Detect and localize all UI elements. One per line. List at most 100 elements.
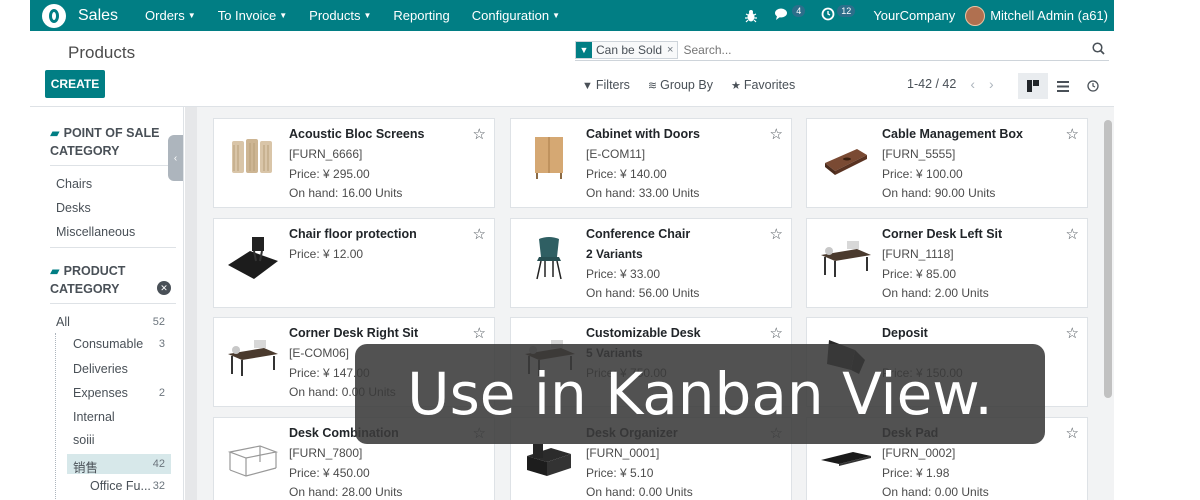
create-button[interactable]: CREATE (45, 70, 105, 98)
product-card[interactable]: Cable Management Box [FURN_5555] Price: ¥ … (806, 118, 1088, 208)
favorite-star-icon[interactable]: ☆ (1066, 324, 1079, 342)
product-name: Deposit (882, 326, 928, 340)
product-info-line: Price: ¥ 100.00 (882, 167, 963, 181)
messages-badge: 4 (792, 4, 806, 17)
favorite-star-icon[interactable]: ☆ (770, 125, 783, 143)
kanban-view-button[interactable] (1018, 73, 1048, 99)
product-name: Customizable Desk (586, 326, 701, 340)
collapse-panel-button[interactable]: ‹ (168, 135, 183, 181)
menu-reporting[interactable]: Reporting (382, 8, 460, 23)
product-image (222, 326, 282, 386)
filter-icon: ▼ (576, 41, 592, 58)
search-panel: ▰ POINT OF SALE CATEGORY Chairs Desks Misc… (30, 107, 184, 500)
category-internal[interactable]: Internal (73, 410, 115, 424)
category-all[interactable]: All (56, 315, 70, 329)
filters-button[interactable]: ▼ Filters (582, 78, 630, 92)
favorite-star-icon[interactable]: ☆ (1066, 424, 1079, 442)
favorite-star-icon[interactable]: ☆ (770, 225, 783, 243)
pager-next-icon[interactable]: › (989, 76, 994, 92)
favorite-star-icon[interactable]: ☆ (473, 324, 486, 342)
product-card[interactable]: Acoustic Bloc Screens [FURN_6666] Price: ¥… (213, 118, 495, 208)
product-card[interactable]: Corner Desk Left Sit [FURN_1118] Price: ¥ … (806, 218, 1088, 308)
product-info-line: On hand: 28.00 Units (289, 485, 403, 499)
clear-filter-icon[interactable]: ✕ (157, 281, 171, 295)
product-name: Acoustic Bloc Screens (289, 127, 425, 141)
chevron-left-icon: ‹ (173, 152, 178, 164)
product-name: Corner Desk Left Sit (882, 227, 1003, 241)
activities-button[interactable]: 12 (813, 4, 863, 24)
odoo-logo-icon[interactable] (42, 3, 66, 28)
pos-category-desks[interactable]: Desks (56, 201, 91, 215)
category-expenses[interactable]: Expenses (73, 386, 128, 400)
favorite-star-icon[interactable]: ☆ (1066, 125, 1079, 143)
category-sales[interactable]: 销售 (73, 457, 98, 476)
group-by-button[interactable]: ≋ Group By (648, 78, 713, 92)
product-card[interactable]: Cabinet with Doors [E-COM11] Price: ¥ 140.… (510, 118, 792, 208)
activity-clock-icon (1087, 80, 1099, 92)
favorite-star-icon[interactable]: ☆ (770, 324, 783, 342)
product-info-line: [FURN_5555] (882, 147, 956, 161)
product-image (222, 426, 282, 486)
tree-line (55, 333, 56, 500)
divider (50, 303, 176, 304)
product-image (222, 227, 282, 287)
product-name: Corner Desk Right Sit (289, 326, 419, 340)
product-info-line: On hand: 0.00 Units (882, 485, 989, 499)
divider (50, 247, 176, 248)
product-info-line: 2 Variants (586, 247, 643, 261)
product-info-line: On hand: 0.00 Units (586, 485, 693, 499)
folder-icon: ▰ (50, 126, 60, 140)
menu-products[interactable]: Products ▼ (298, 8, 382, 23)
favorite-star-icon[interactable]: ☆ (473, 225, 486, 243)
product-info-line: Price: ¥ 5.10 (586, 466, 654, 480)
product-card[interactable]: Conference Chair 2 Variants Price: ¥ 33.00… (510, 218, 792, 308)
category-soiii[interactable]: soiii (73, 433, 95, 447)
app-name[interactable]: Sales (78, 7, 118, 25)
folder-icon: ▰ (50, 264, 60, 278)
list-view-button[interactable] (1048, 73, 1078, 99)
bug-icon[interactable] (736, 9, 766, 23)
clock-icon (821, 7, 835, 24)
pos-category-miscellaneous[interactable]: Miscellaneous (56, 225, 135, 239)
category-office-furniture[interactable]: Office Fu... (90, 479, 151, 493)
product-info-line: [FURN_1118] (882, 247, 954, 261)
product-card[interactable]: Chair floor protection Price: ¥ 12.00 ☆ (213, 218, 495, 308)
caret-down-icon: ▼ (552, 11, 561, 20)
company-switcher[interactable]: YourCompany (863, 8, 965, 23)
kanban-icon (1027, 80, 1039, 92)
messages-button[interactable]: 4 (766, 4, 813, 24)
menu-to-invoice[interactable]: To Invoice ▼ (207, 8, 298, 23)
user-menu[interactable]: Mitchell Admin (a61) (965, 5, 1114, 26)
favorite-star-icon[interactable]: ☆ (473, 125, 486, 143)
category-deliveries[interactable]: Deliveries (73, 362, 128, 376)
product-name: Conference Chair (586, 227, 691, 241)
product-name: Chair floor protection (289, 227, 417, 241)
caret-down-icon: ▼ (363, 11, 372, 20)
category-count: 3 (158, 338, 165, 350)
pager-value[interactable]: 1-42 / 42 (907, 77, 956, 91)
product-name: Cabinet with Doors (586, 127, 700, 141)
category-count: 2 (158, 387, 165, 399)
facet-label: Can be Sold (596, 42, 663, 57)
facet-remove-icon[interactable]: × (667, 44, 673, 56)
pager-previous-icon[interactable]: ‹ (970, 76, 975, 92)
vertical-scrollbar[interactable] (1104, 120, 1112, 398)
product-info-line: [FURN_0001] (586, 446, 660, 460)
activity-view-button[interactable] (1078, 73, 1108, 99)
divider (50, 165, 176, 166)
search-input[interactable] (683, 42, 1092, 57)
favorites-button[interactable]: ★ Favorites (731, 78, 795, 92)
caret-down-icon: ▼ (187, 11, 196, 20)
product-info-line: [E-COM06] (289, 346, 350, 360)
menu-orders[interactable]: Orders ▼ (134, 8, 207, 23)
favorite-star-icon[interactable]: ☆ (1066, 225, 1079, 243)
product-info-line: [FURN_7800] (289, 446, 363, 460)
search-icon[interactable] (1092, 41, 1109, 58)
category-count: 42 (152, 458, 165, 470)
category-consumable[interactable]: Consumable (73, 337, 143, 351)
funnel-icon: ▼ (582, 80, 593, 92)
pos-category-chairs[interactable]: Chairs (56, 177, 92, 191)
product-info-line: On hand: 90.00 Units (882, 186, 996, 200)
menu-configuration[interactable]: Configuration ▼ (461, 8, 571, 23)
view-switcher (1018, 73, 1108, 99)
